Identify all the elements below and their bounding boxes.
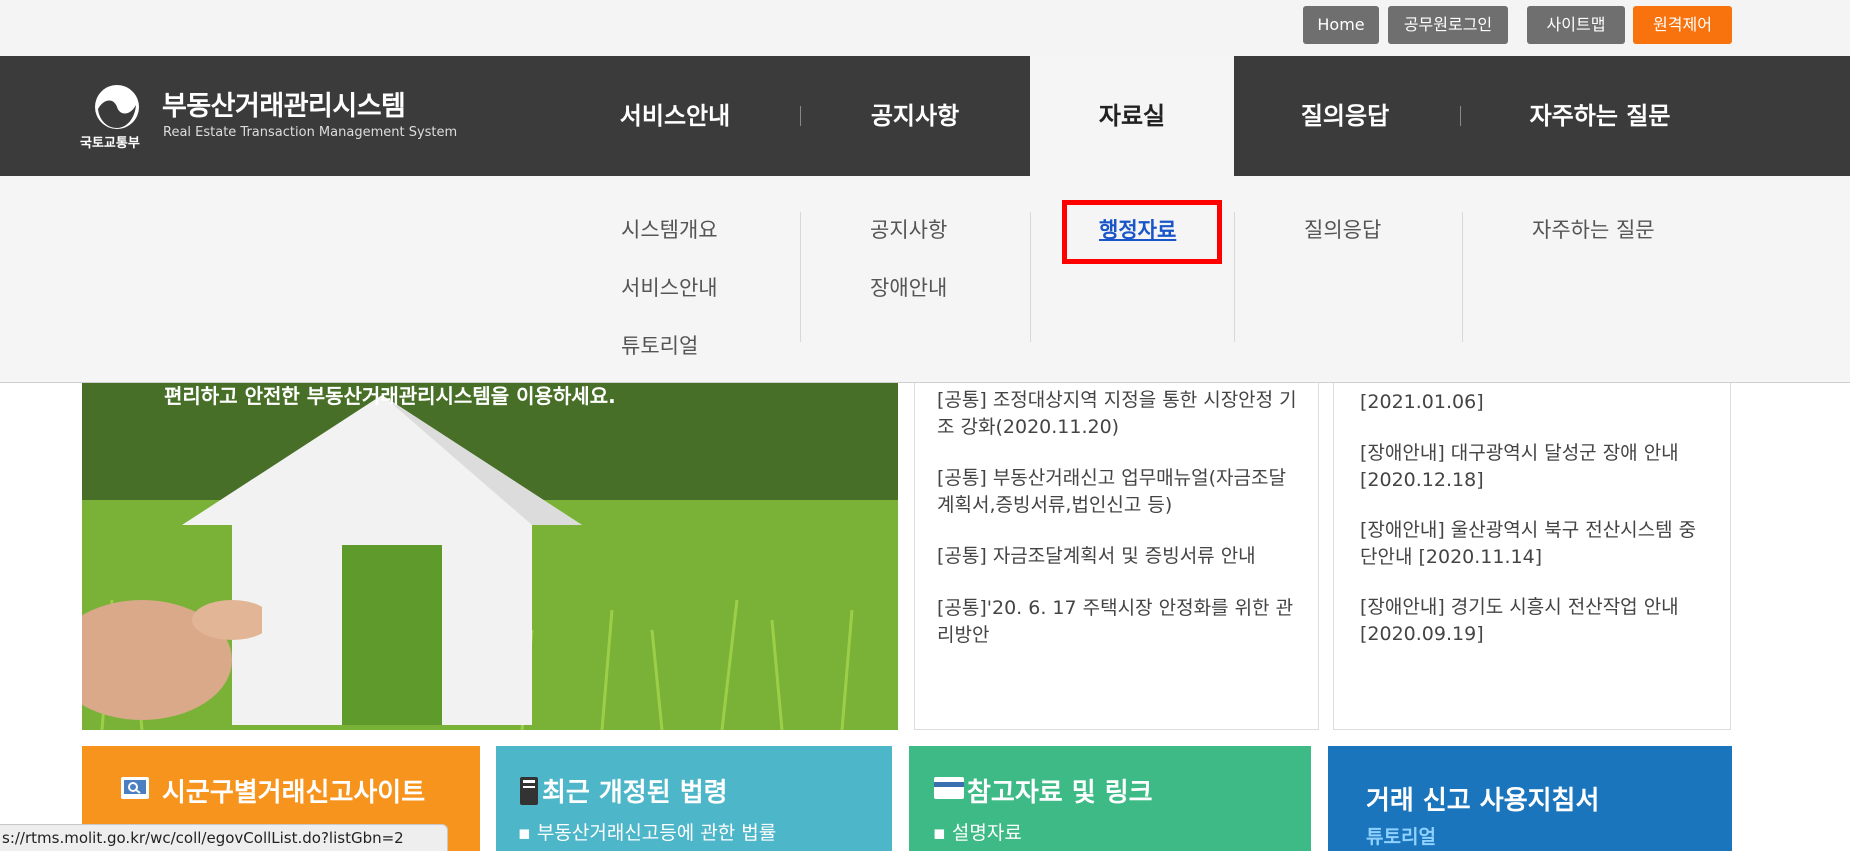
ministry-name: 국토교통부 <box>80 136 140 151</box>
nav-notice[interactable]: 공지사항 <box>810 56 1020 176</box>
home-button[interactable]: Home <box>1303 6 1379 44</box>
menu-service-guide[interactable]: 서비스안내 <box>621 272 718 302</box>
menu-column-divider <box>1030 212 1031 342</box>
tile-user-guide[interactable]: 거래 신고 사용지침서 튜토리얼 <box>1328 746 1732 851</box>
nav-service-guide[interactable]: 서비스안내 <box>570 56 780 176</box>
search-icon <box>121 777 149 799</box>
news-item[interactable]: [장애안내] 경기도 시흥시 전산작업 안내 [2020.09.19] <box>1360 594 1710 648</box>
system-subtitle: Real Estate Transaction Management Syste… <box>163 125 458 140</box>
menu-system-overview[interactable]: 시스템개요 <box>621 214 718 244</box>
tile-link[interactable]: ▪ 부동산거래신고등에 관한 법률 <box>518 818 776 845</box>
browser-status-url: s://rtms.molit.go.kr/wc/coll/egovCollLis… <box>0 824 448 851</box>
official-login-button[interactable]: 공무원로그인 <box>1388 6 1508 44</box>
remote-control-button[interactable]: 원격제어 <box>1633 6 1732 44</box>
news-item[interactable]: [장애안내] 울산광역시 북구 전산시스템 중단안내 [2020.11.14] <box>1360 517 1710 571</box>
tile-link-label: 부동산거래신고등에 관한 법률 <box>536 822 777 844</box>
menu-tutorial[interactable]: 튜토리얼 <box>621 330 698 360</box>
tile-title: 거래 신고 사용지침서 <box>1366 786 1600 816</box>
nav-qna[interactable]: 질의응답 <box>1240 56 1450 176</box>
menu-faq[interactable]: 자주하는 질문 <box>1532 214 1655 244</box>
news-item[interactable]: [공통] 조정대상지역 지정을 통한 시장안정 기조 강화(2020.11.20… <box>937 387 1297 441</box>
menu-column-divider <box>1234 212 1235 342</box>
nav-faq[interactable]: 자주하는 질문 <box>1490 56 1710 176</box>
menu-column-divider <box>1462 212 1463 342</box>
ministry-emblem-icon <box>95 85 139 129</box>
site-logo[interactable]: 국토교통부 부동산거래관리시스템 Real Estate Transaction… <box>80 82 460 152</box>
news-item[interactable]: [장애안내] 대구광역시 달성군 장애 안내 [2020.12.18] <box>1360 440 1710 494</box>
news-item[interactable]: [공통]'20. 6. 17 주택시장 안정화를 위한 관리방안 <box>937 595 1297 649</box>
banner-slogan: 편리하고 안전한 부동산거래관리시스템을 이용하세요. <box>164 384 616 408</box>
tile-reference-links[interactable]: 참고자료 및 링크 ▪ 설명자료 <box>909 746 1311 851</box>
utility-bar: Home 공무원로그인 사이트맵 원격제어 <box>0 0 1850 56</box>
tile-recent-laws[interactable]: 최근 개정된 법령 ▪ 부동산거래신고등에 관한 법률 <box>496 746 892 851</box>
tile-link-label: 설명자료 <box>951 822 1022 844</box>
nav-data-room[interactable]: 자료실 <box>1030 56 1234 176</box>
highlight-box <box>1062 200 1222 264</box>
news-item[interactable]: [2021.01.06] <box>1360 389 1710 416</box>
hand-icon <box>82 600 262 720</box>
tile-link[interactable]: 튜토리얼 <box>1366 822 1436 849</box>
book-icon <box>520 777 538 805</box>
tile-title: 시군구별거래신고사이트 <box>162 778 426 808</box>
tile-title: 참고자료 및 링크 <box>967 778 1153 808</box>
menu-qna[interactable]: 질의응답 <box>1304 214 1381 244</box>
sitemap-button[interactable]: 사이트맵 <box>1527 6 1625 44</box>
news-item[interactable]: [공통] 자금조달계획서 및 증빙서류 안내 <box>937 543 1297 570</box>
card-icon <box>934 777 964 799</box>
system-title: 부동산거래관리시스템 <box>162 91 406 122</box>
tile-title: 최근 개정된 법령 <box>542 778 728 808</box>
tile-link[interactable]: ▪ 설명자료 <box>933 818 1022 845</box>
news-item[interactable]: [공통] 부동산거래신고 업무매뉴얼(자금조달계획서,증빙서류,법인신고 등) <box>937 465 1297 519</box>
mega-menu-dropdown: 시스템개요 서비스안내 튜토리얼 공지사항 장애안내 행정자료 질의응답 자주하… <box>0 176 1850 383</box>
nav-divider <box>1460 106 1461 126</box>
nav-divider <box>800 106 801 126</box>
menu-notice[interactable]: 공지사항 <box>870 214 947 244</box>
menu-outage-info[interactable]: 장애안내 <box>870 272 947 302</box>
menu-column-divider <box>800 212 801 342</box>
